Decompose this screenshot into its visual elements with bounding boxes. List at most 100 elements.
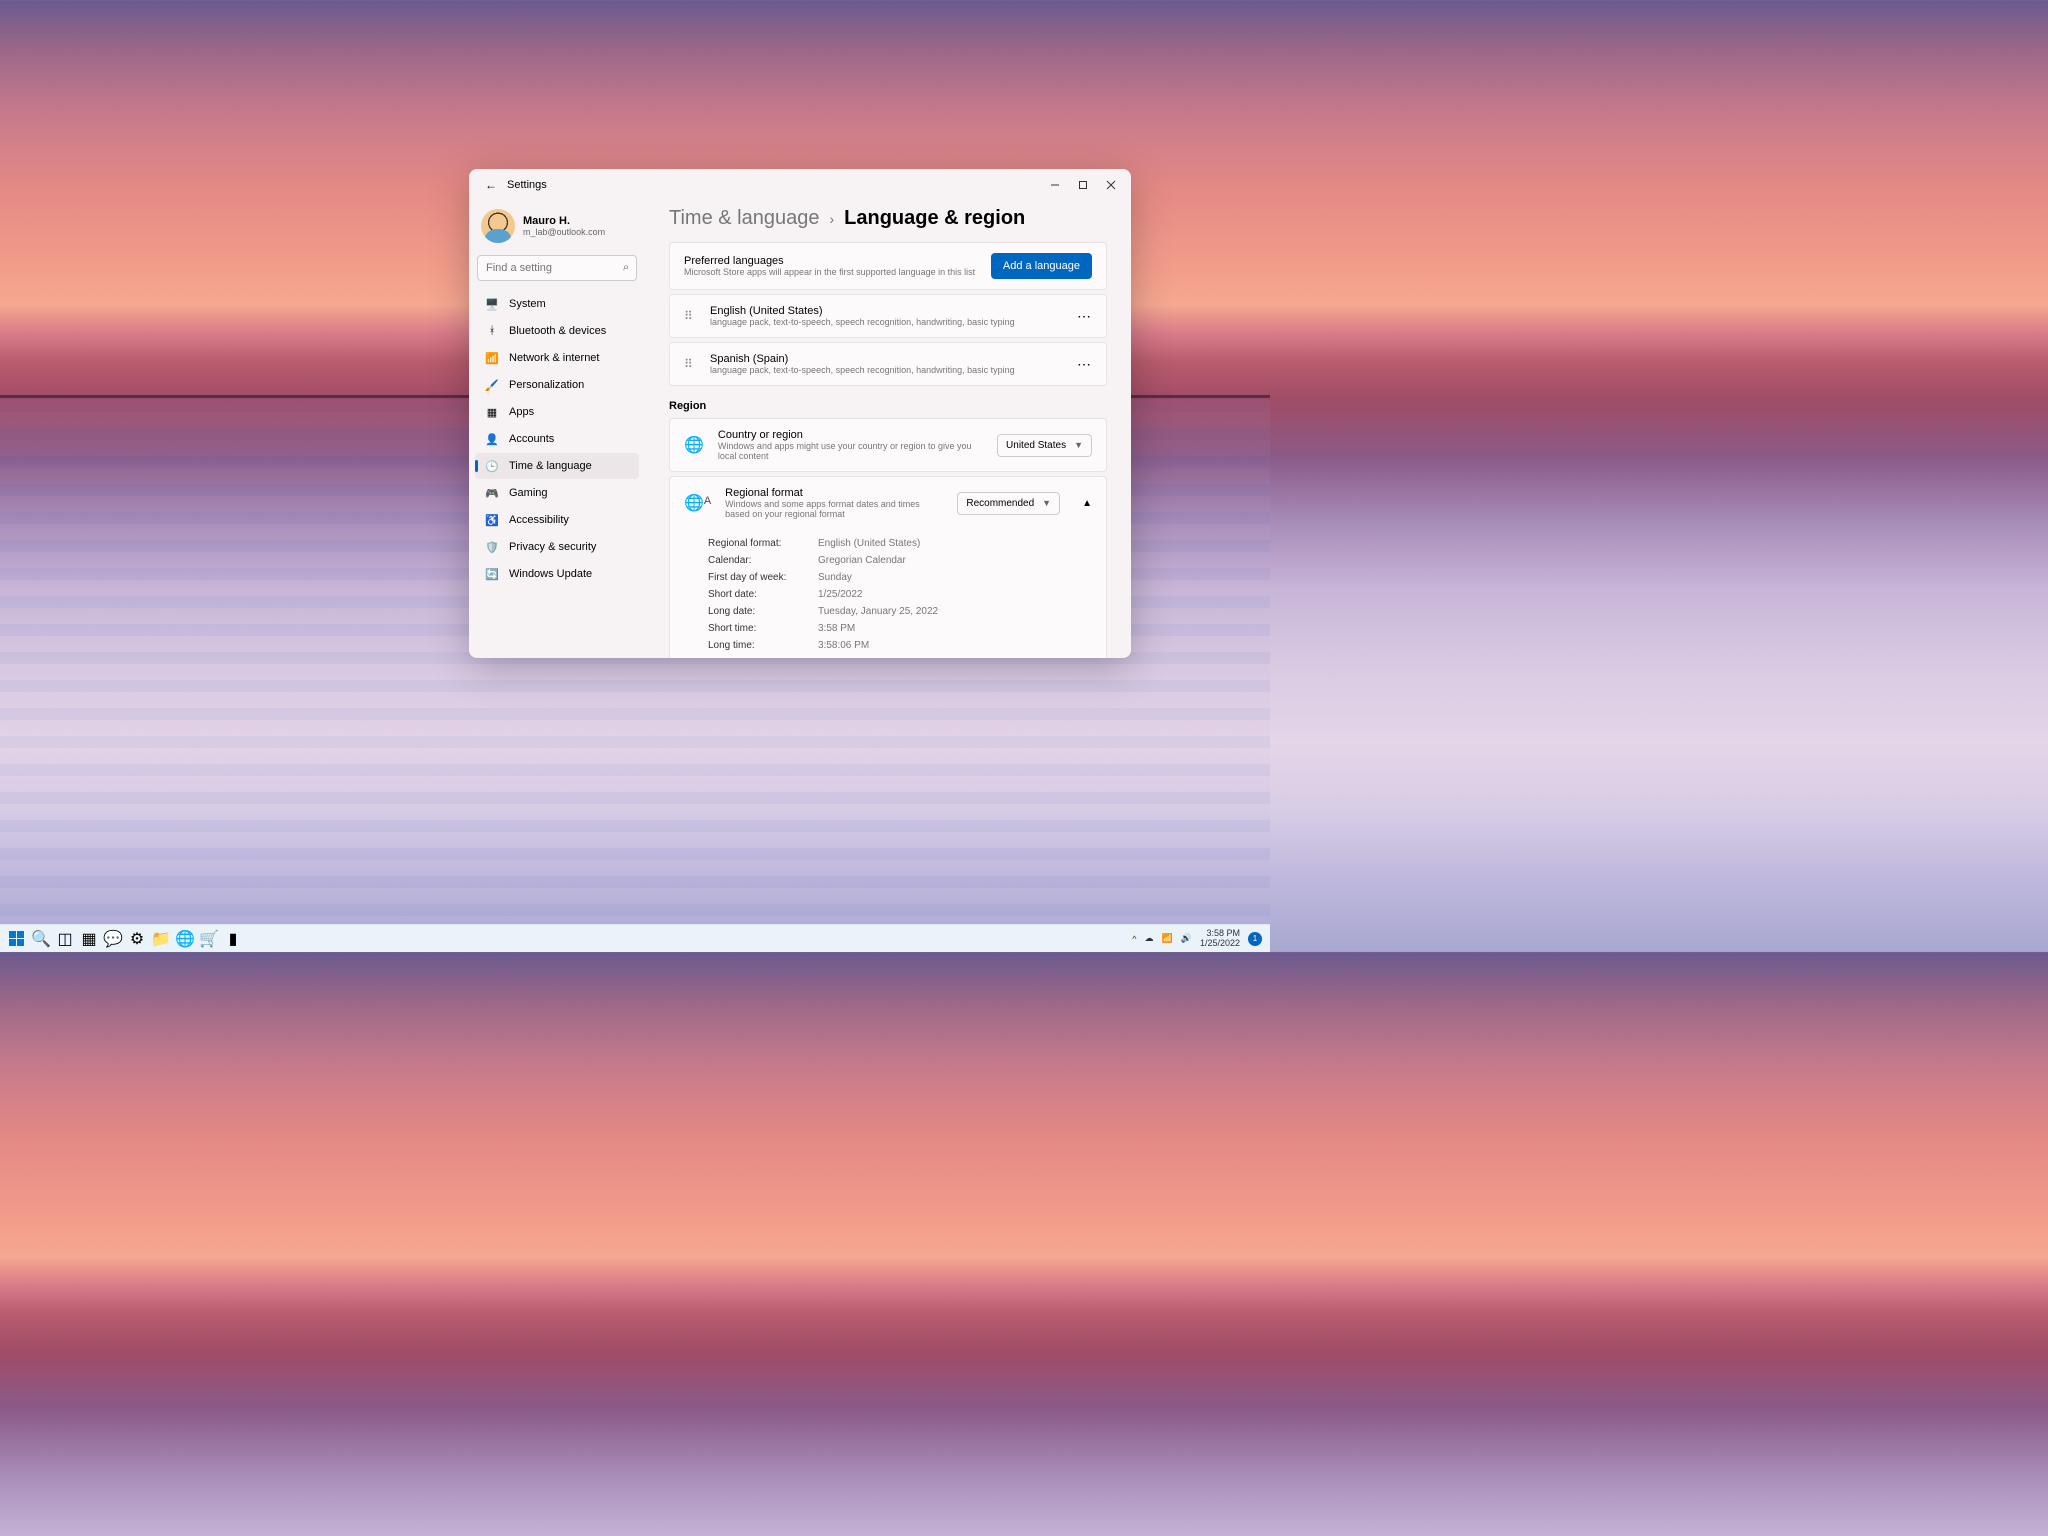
- nav-icon: ᚼ: [485, 324, 499, 338]
- language-item[interactable]: ⠿ Spanish (Spain)language pack, text-to-s…: [669, 342, 1107, 386]
- format-desc: Windows and some apps format dates and t…: [725, 499, 943, 519]
- nav-icon: 🖌️: [485, 378, 499, 392]
- drag-handle-icon[interactable]: ⠿: [684, 314, 696, 319]
- collapse-button[interactable]: ▲: [1082, 498, 1092, 509]
- sidebar-item-privacy-security[interactable]: 🛡️Privacy & security: [475, 534, 639, 560]
- format-icon: 🌐ᴬ: [684, 493, 711, 513]
- user-profile[interactable]: Mauro H. m_lab@outlook.com: [475, 205, 639, 253]
- language-desc: language pack, text-to-speech, speech re…: [710, 317, 1063, 327]
- nav-label: Accounts: [509, 433, 554, 445]
- edge-icon[interactable]: 🌐: [176, 930, 194, 948]
- format-title: Regional format: [725, 487, 943, 499]
- nav-icon: 🖥️: [485, 297, 499, 311]
- format-value: Tuesday, January 25, 2022: [818, 606, 938, 617]
- format-dropdown[interactable]: Recommended ▼: [957, 492, 1060, 515]
- explorer-icon[interactable]: 📁: [152, 930, 170, 948]
- chevron-down-icon: ▼: [1042, 498, 1051, 508]
- breadcrumb-parent[interactable]: Time & language: [669, 207, 819, 230]
- format-value: English (United States): [818, 538, 920, 549]
- nav-icon: 📶: [485, 351, 499, 365]
- language-name: Spanish (Spain): [710, 353, 1063, 365]
- nav-label: Accessibility: [509, 514, 569, 526]
- language-name: English (United States): [710, 305, 1063, 317]
- preferred-languages-desc: Microsoft Store apps will appear in the …: [684, 267, 991, 277]
- nav-icon: 🕒: [485, 459, 499, 473]
- format-key: Long time:: [708, 640, 818, 651]
- globe-icon: 🌐: [684, 435, 704, 455]
- search-icon: ⌕: [623, 262, 629, 275]
- minimize-button[interactable]: [1041, 171, 1069, 199]
- titlebar: ← Settings: [469, 169, 1131, 201]
- sidebar-item-time-language[interactable]: 🕒 Time & language: [475, 453, 639, 479]
- maximize-button[interactable]: [1069, 171, 1097, 199]
- chevron-down-icon: ▼: [1074, 440, 1083, 450]
- nav-label: Time & language: [509, 460, 592, 472]
- format-row: Regional format:English (United States): [684, 535, 1092, 552]
- search-taskbar-icon[interactable]: 🔍: [32, 930, 50, 948]
- format-row: Long time:3:58:06 PM: [684, 637, 1092, 654]
- volume-icon[interactable]: 🔊: [1181, 933, 1192, 944]
- settings-taskbar-icon[interactable]: ⚙: [128, 930, 146, 948]
- close-button[interactable]: [1097, 171, 1125, 199]
- terminal-icon[interactable]: ▮: [224, 930, 242, 948]
- start-button[interactable]: [8, 930, 26, 948]
- sidebar-item-windows-update[interactable]: 🔄Windows Update: [475, 561, 639, 587]
- format-row: Short date:1/25/2022: [684, 586, 1092, 603]
- sidebar: Mauro H. m_lab@outlook.com ⌕ 🖥️ System ᚼBl…: [469, 201, 645, 658]
- tray-chevron-icon[interactable]: ^: [1132, 934, 1136, 944]
- format-key: Calendar:: [708, 555, 818, 566]
- nav-label: Apps: [509, 406, 534, 418]
- chat-icon[interactable]: 💬: [104, 930, 122, 948]
- drag-handle-icon[interactable]: ⠿: [684, 362, 696, 367]
- sidebar-item-personalization[interactable]: 🖌️Personalization: [475, 372, 639, 398]
- country-dropdown[interactable]: United States ▼: [997, 434, 1092, 457]
- nav-label: Windows Update: [509, 568, 592, 580]
- nav-icon: 👤: [485, 432, 499, 446]
- language-item[interactable]: ⠿ English (United States)language pack, t…: [669, 294, 1107, 338]
- task-view-icon[interactable]: ◫: [56, 930, 74, 948]
- format-key: Long date:: [708, 606, 818, 617]
- format-value: Gregorian Calendar: [818, 555, 906, 566]
- sidebar-item-network-internet[interactable]: 📶 Network & internet: [475, 345, 639, 371]
- notification-badge[interactable]: 1: [1248, 932, 1262, 946]
- format-value: Sunday: [818, 572, 852, 583]
- format-row: Calendar:Gregorian Calendar: [684, 552, 1092, 569]
- breadcrumb: Time & language › Language & region: [669, 207, 1107, 230]
- back-button[interactable]: ←: [481, 178, 501, 192]
- format-key: First day of week:: [708, 572, 818, 583]
- search-input[interactable]: [477, 255, 637, 281]
- settings-window: ← Settings Mauro H. m_lab@outlook.com ⌕ …: [469, 169, 1131, 658]
- preferred-languages-title: Preferred languages: [684, 255, 991, 267]
- format-row: Short time:3:58 PM: [684, 620, 1092, 637]
- window-title: Settings: [507, 179, 547, 191]
- clock[interactable]: 3:58 PM 1/25/2022: [1200, 929, 1240, 949]
- sidebar-item-bluetooth-devices[interactable]: ᚼBluetooth & devices: [475, 318, 639, 344]
- more-options-button[interactable]: ⋯: [1077, 308, 1092, 325]
- format-value: 3:58 PM: [818, 623, 855, 634]
- nav-icon: 🛡️: [485, 540, 499, 554]
- avatar: [481, 209, 515, 243]
- network-icon[interactable]: 📶: [1162, 933, 1173, 944]
- sidebar-item-accessibility[interactable]: ♿Accessibility: [475, 507, 639, 533]
- sidebar-item-apps[interactable]: ▦ Apps: [475, 399, 639, 425]
- sidebar-item-gaming[interactable]: 🎮Gaming: [475, 480, 639, 506]
- country-title: Country or region: [718, 429, 983, 441]
- add-language-button[interactable]: Add a language: [991, 253, 1092, 279]
- store-icon[interactable]: 🛒: [200, 930, 218, 948]
- sidebar-item-accounts[interactable]: 👤 Accounts: [475, 426, 639, 452]
- widgets-icon[interactable]: ▦: [80, 930, 98, 948]
- onedrive-icon[interactable]: ☁: [1145, 933, 1154, 944]
- sidebar-item-system[interactable]: 🖥️ System: [475, 291, 639, 317]
- country-region-row: 🌐 Country or region Windows and apps mig…: [669, 418, 1107, 472]
- taskbar: 🔍 ◫ ▦ 💬 ⚙ 📁 🌐 🛒 ▮ ^ ☁ 📶 🔊 3:58 PM 1/25/2…: [0, 924, 1270, 952]
- nav-label: System: [509, 298, 546, 310]
- nav-icon: ▦: [485, 405, 499, 419]
- nav-icon: 🎮: [485, 486, 499, 500]
- more-options-button[interactable]: ⋯: [1077, 356, 1092, 373]
- language-desc: language pack, text-to-speech, speech re…: [710, 365, 1063, 375]
- format-value: 1/25/2022: [818, 589, 863, 600]
- nav-label: Network & internet: [509, 352, 599, 364]
- region-heading: Region: [669, 400, 1107, 412]
- format-key: Short date:: [708, 589, 818, 600]
- search-box[interactable]: ⌕: [477, 255, 637, 281]
